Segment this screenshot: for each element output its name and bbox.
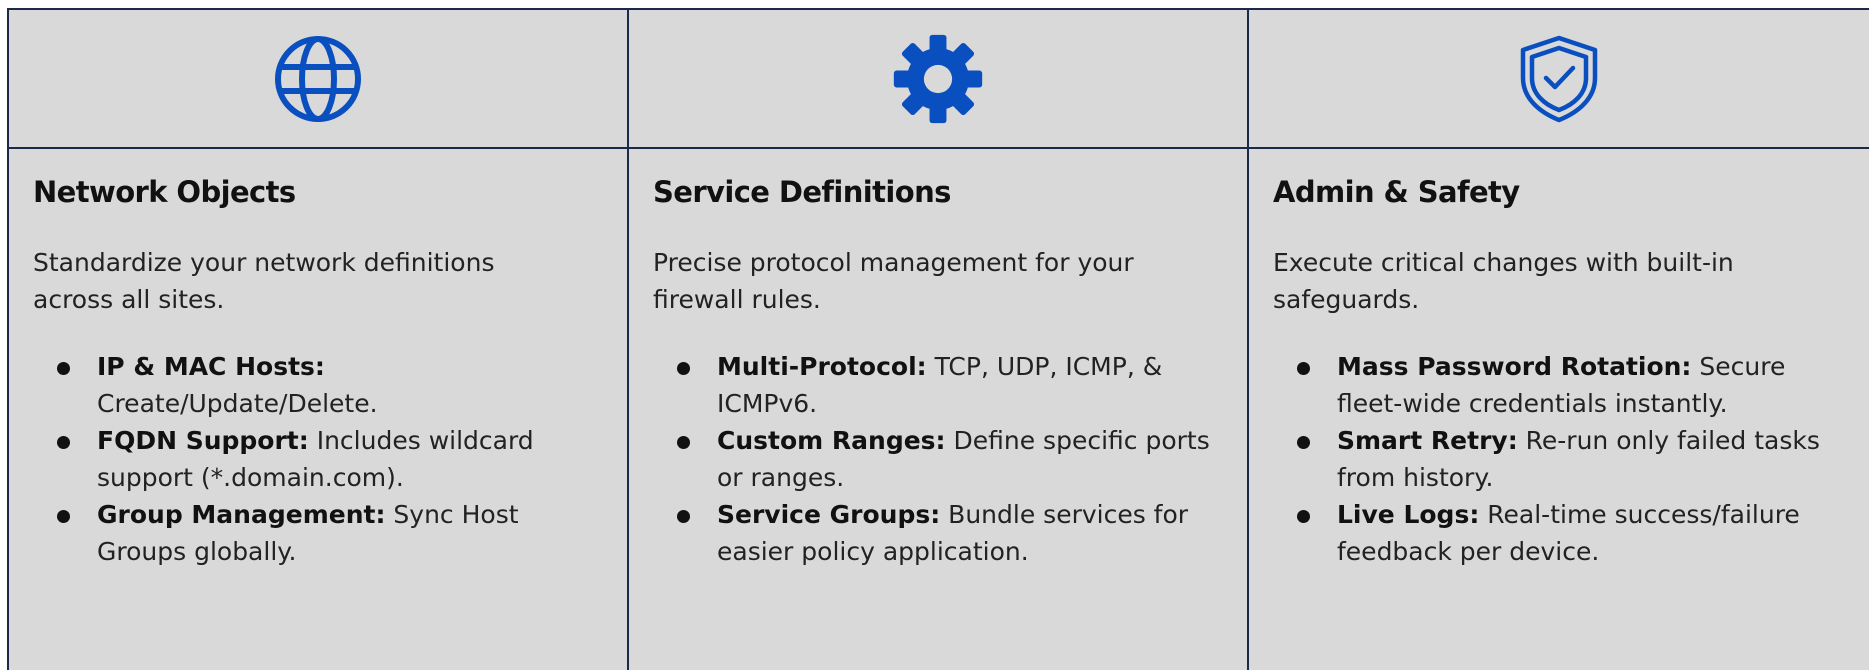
feature-item: IP & MAC Hosts: Create/Update/Delete. bbox=[33, 348, 597, 422]
card-icon-cell bbox=[629, 10, 1247, 149]
card-body: Network Objects Standardize your network… bbox=[9, 149, 627, 570]
card-admin-safety: Admin & Safety Execute critical changes … bbox=[1249, 10, 1869, 670]
feature-item: Multi-Protocol: TCP, UDP, ICMP, & ICMPv6… bbox=[653, 348, 1217, 422]
card-icon-cell bbox=[1249, 10, 1869, 149]
feature-label: FQDN Support: bbox=[97, 425, 309, 455]
feature-text: Create/Update/Delete. bbox=[97, 388, 378, 418]
card-title: Network Objects bbox=[33, 175, 296, 209]
feature-item: Smart Retry: Re-run only failed tasks fr… bbox=[1273, 422, 1837, 496]
feature-list: IP & MAC Hosts: Create/Update/Delete. FQ… bbox=[33, 348, 603, 570]
feature-label: Mass Password Rotation: bbox=[1337, 351, 1692, 381]
feature-item: Custom Ranges: Define specific ports or … bbox=[653, 422, 1217, 496]
card-title: Admin & Safety bbox=[1273, 175, 1520, 209]
card-icon-cell bbox=[9, 10, 627, 149]
card-service-definitions: Service Definitions Precise protocol man… bbox=[629, 10, 1249, 670]
gear-icon bbox=[893, 34, 983, 123]
feature-label: Smart Retry: bbox=[1337, 425, 1518, 455]
card-description: Execute critical changes with built-in s… bbox=[1273, 247, 1734, 314]
feature-item: Service Groups: Bundle services for easi… bbox=[653, 496, 1217, 570]
feature-label: Custom Ranges: bbox=[717, 425, 946, 455]
feature-item: FQDN Support: Includes wildcard support … bbox=[33, 422, 597, 496]
card-network-objects: Network Objects Standardize your network… bbox=[9, 10, 629, 670]
feature-label: Group Management: bbox=[97, 499, 386, 529]
card-description: Precise protocol management for your fir… bbox=[653, 247, 1134, 314]
card-body: Service Definitions Precise protocol man… bbox=[629, 149, 1247, 570]
feature-label: Live Logs: bbox=[1337, 499, 1480, 529]
globe-icon bbox=[275, 35, 361, 122]
card-title: Service Definitions bbox=[653, 175, 951, 209]
feature-list: Multi-Protocol: TCP, UDP, ICMP, & ICMPv6… bbox=[653, 348, 1223, 570]
feature-label: IP & MAC Hosts: bbox=[97, 351, 325, 381]
feature-item: Group Management: Sync Host Groups globa… bbox=[33, 496, 597, 570]
feature-label: Service Groups: bbox=[717, 499, 941, 529]
feature-item: Live Logs: Real-time success/failure fee… bbox=[1273, 496, 1837, 570]
feature-list: Mass Password Rotation: Secure fleet-wid… bbox=[1273, 348, 1845, 570]
shield-check-icon bbox=[1520, 35, 1598, 122]
feature-label: Multi-Protocol: bbox=[717, 351, 927, 381]
feature-grid: Network Objects Standardize your network… bbox=[7, 8, 1869, 670]
card-body: Admin & Safety Execute critical changes … bbox=[1249, 149, 1869, 570]
feature-item: Mass Password Rotation: Secure fleet-wid… bbox=[1273, 348, 1837, 422]
card-description: Standardize your network definitions acr… bbox=[33, 247, 495, 314]
